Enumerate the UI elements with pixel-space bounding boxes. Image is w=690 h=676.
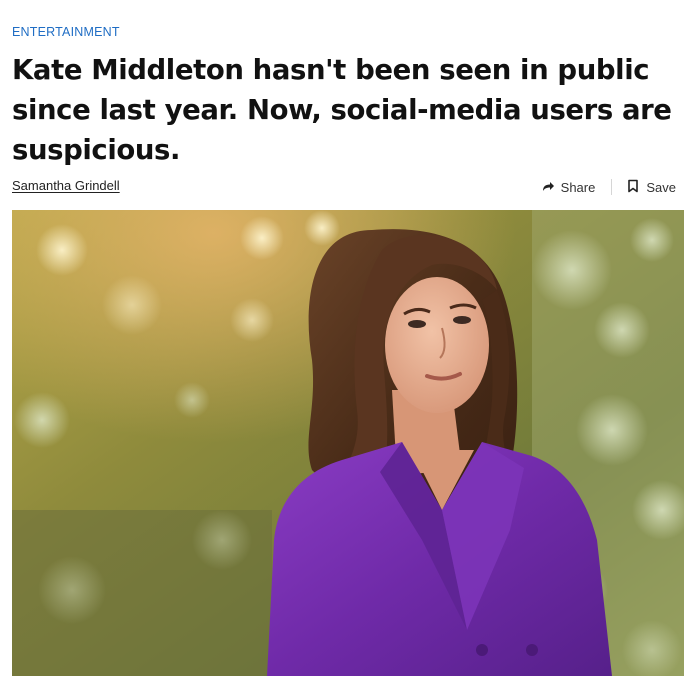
hero-image — [12, 210, 684, 676]
actions-divider — [611, 179, 613, 195]
byline-row: Samantha Grindell Share Save — [12, 176, 676, 198]
share-label: Share — [560, 179, 596, 195]
bookmark-icon — [626, 179, 640, 196]
category-link[interactable]: ENTERTAINMENT — [12, 25, 120, 39]
article-page: ENTERTAINMENT Kate Middleton hasn't been… — [0, 0, 690, 676]
article-headline: Kate Middleton hasn't been seen in publi… — [12, 54, 672, 166]
author-link[interactable]: Samantha Grindell — [12, 178, 120, 193]
save-button[interactable]: Save — [626, 179, 676, 196]
save-label: Save — [646, 179, 676, 195]
share-arrow-icon — [541, 179, 555, 196]
article-actions: Share Save — [541, 176, 676, 198]
share-button[interactable]: Share — [541, 179, 596, 196]
